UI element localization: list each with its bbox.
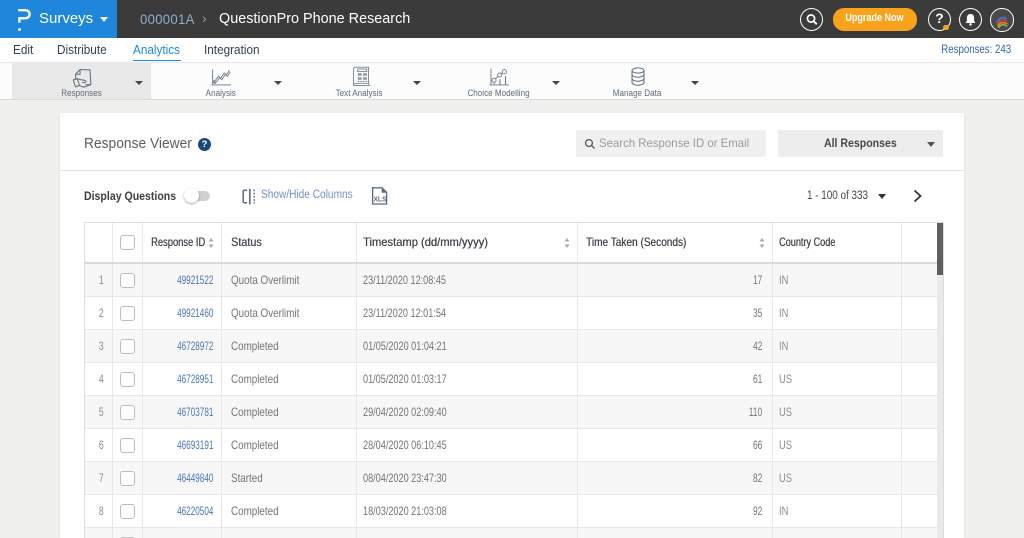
- svg-text:XLS: XLS: [373, 196, 386, 203]
